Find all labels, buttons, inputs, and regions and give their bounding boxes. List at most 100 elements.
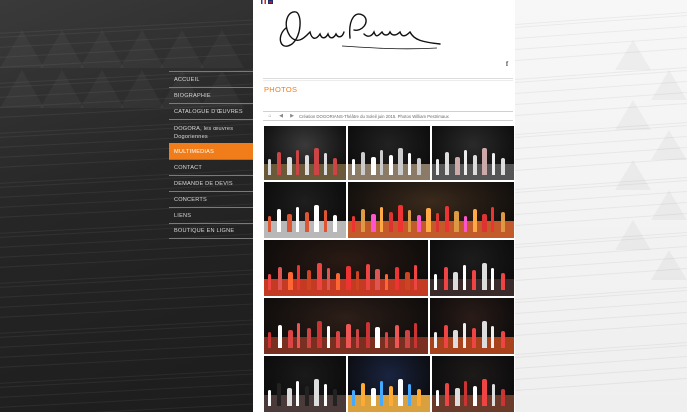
nav-item-liens[interactable]: LIENS	[169, 207, 253, 223]
nav-item-demande-de-devis[interactable]: DEMANDE DE DEVIS	[169, 175, 253, 191]
staff-line	[515, 12, 687, 25]
staff-line	[515, 232, 687, 245]
performer-figure	[434, 274, 437, 291]
performer-figure	[453, 330, 458, 349]
performer-figure	[472, 270, 476, 291]
performer-figure	[443, 325, 448, 349]
staff-line	[0, 402, 253, 412]
performer-figure	[482, 147, 488, 175]
performer-figure	[473, 154, 477, 175]
performer-figure	[314, 379, 320, 407]
performer-figure	[365, 264, 370, 291]
french-flag-icon[interactable]	[261, 0, 266, 4]
performer-figure	[407, 152, 411, 175]
triangle-pattern	[651, 130, 687, 160]
home-icon[interactable]: ⌂	[266, 113, 274, 119]
triangle-pattern	[615, 100, 651, 130]
triangle-pattern	[40, 30, 84, 68]
performer-figure	[491, 152, 495, 175]
photo-performers-close[interactable]	[430, 240, 514, 296]
performer-figure	[352, 216, 355, 233]
performer-figure	[436, 158, 439, 175]
nav-item-concerts[interactable]: CONCERTS	[169, 191, 253, 207]
performer-figure	[491, 268, 494, 291]
photo-blue-stage-ensemble[interactable]	[348, 356, 430, 412]
performer-figure	[463, 216, 467, 233]
photo-conductor-raised-arms[interactable]	[432, 126, 514, 180]
nav-item-multimedias[interactable]: MULTIMEDIAS	[169, 143, 253, 159]
staff-line	[515, 323, 687, 336]
performer-figure	[500, 389, 505, 407]
triangle-pattern	[0, 30, 44, 68]
photo-finale-crowd[interactable]	[432, 356, 514, 412]
nav-item-boutique-en-ligne[interactable]: BOUTIQUE EN LIGNE	[169, 223, 253, 239]
forward-arrow-icon[interactable]: ▶	[288, 113, 296, 119]
performer-figure	[462, 323, 466, 349]
performer-figure	[286, 388, 292, 407]
photo-piano-score[interactable]	[264, 182, 346, 238]
performer-figure	[454, 156, 460, 175]
performer-figure	[295, 381, 299, 407]
performer-figure	[472, 328, 476, 349]
performer-figure	[404, 330, 410, 349]
performer-figure	[500, 331, 505, 349]
photo-choir-red-large[interactable]	[264, 240, 428, 296]
triangle-pattern	[615, 160, 651, 190]
performer-figure	[472, 209, 477, 233]
performer-figure	[443, 267, 448, 291]
divider	[263, 80, 513, 81]
main-navigation: ACCUEIL BIOGRAPHIE CATALOGUE D'ŒUVRES DOGOR…	[169, 71, 253, 239]
performer-figure	[445, 151, 450, 175]
performer-figure	[314, 147, 320, 175]
english-flag-icon[interactable]	[268, 0, 273, 4]
performer-figure	[355, 329, 359, 349]
back-arrow-icon[interactable]: ◀	[277, 113, 285, 119]
performer-figure	[361, 209, 366, 233]
performer-figure	[473, 386, 477, 407]
performer-figure	[268, 158, 271, 175]
performer-figure	[268, 332, 271, 349]
performer-figure	[346, 324, 351, 349]
facebook-icon[interactable]: f	[502, 59, 512, 69]
performer-figure	[323, 384, 327, 407]
performer-figure	[389, 154, 393, 175]
nav-item-contact[interactable]: CONTACT	[169, 159, 253, 175]
performer-figure	[297, 323, 301, 349]
staff-line	[515, 301, 687, 314]
performer-figure	[389, 212, 394, 233]
performer-figure	[398, 147, 404, 175]
triangle-pattern	[80, 30, 124, 68]
nav-item-catalogue-d-uvres[interactable]: CATALOGUE D'ŒUVRES	[169, 103, 253, 119]
staff-line	[515, 342, 687, 355]
performer-figure	[305, 386, 309, 407]
staff-line	[515, 312, 687, 325]
photo-singers-stage[interactable]	[264, 126, 346, 180]
performer-figure	[426, 208, 432, 233]
performer-figure	[332, 157, 337, 175]
photo-singers-row[interactable]	[264, 298, 428, 354]
triangle-pattern	[200, 30, 244, 68]
staff-line	[515, 26, 687, 39]
photo-conductor-rehearsal[interactable]	[348, 126, 430, 180]
performer-figure	[355, 271, 359, 291]
staff-line	[515, 103, 687, 116]
divider	[263, 78, 513, 79]
staff-line	[515, 367, 687, 380]
photo-soloists-bow[interactable]	[264, 356, 346, 412]
performer-figure	[277, 267, 282, 291]
photo-stage-red-floor[interactable]	[430, 298, 514, 354]
nav-item-accueil[interactable]: ACCUEIL	[169, 71, 253, 87]
nav-item-dogora-les-uvres-dogoriennes[interactable]: DOGORA, les œuvres Dogoriennes	[169, 119, 253, 143]
performer-figure	[491, 207, 495, 233]
photo-choir-costumes-wide[interactable]	[348, 182, 514, 238]
performer-figure	[481, 263, 487, 291]
sheet-music-background-right	[515, 0, 687, 412]
language-flags	[261, 0, 273, 5]
triangle-pattern	[615, 40, 651, 70]
triangle-pattern	[651, 190, 687, 220]
performer-figure	[297, 265, 301, 291]
nav-item-biographie[interactable]: BIOGRAPHIE	[169, 87, 253, 103]
performer-figure	[454, 211, 460, 233]
signature-logo[interactable]	[272, 6, 442, 56]
performer-figure	[277, 209, 282, 233]
